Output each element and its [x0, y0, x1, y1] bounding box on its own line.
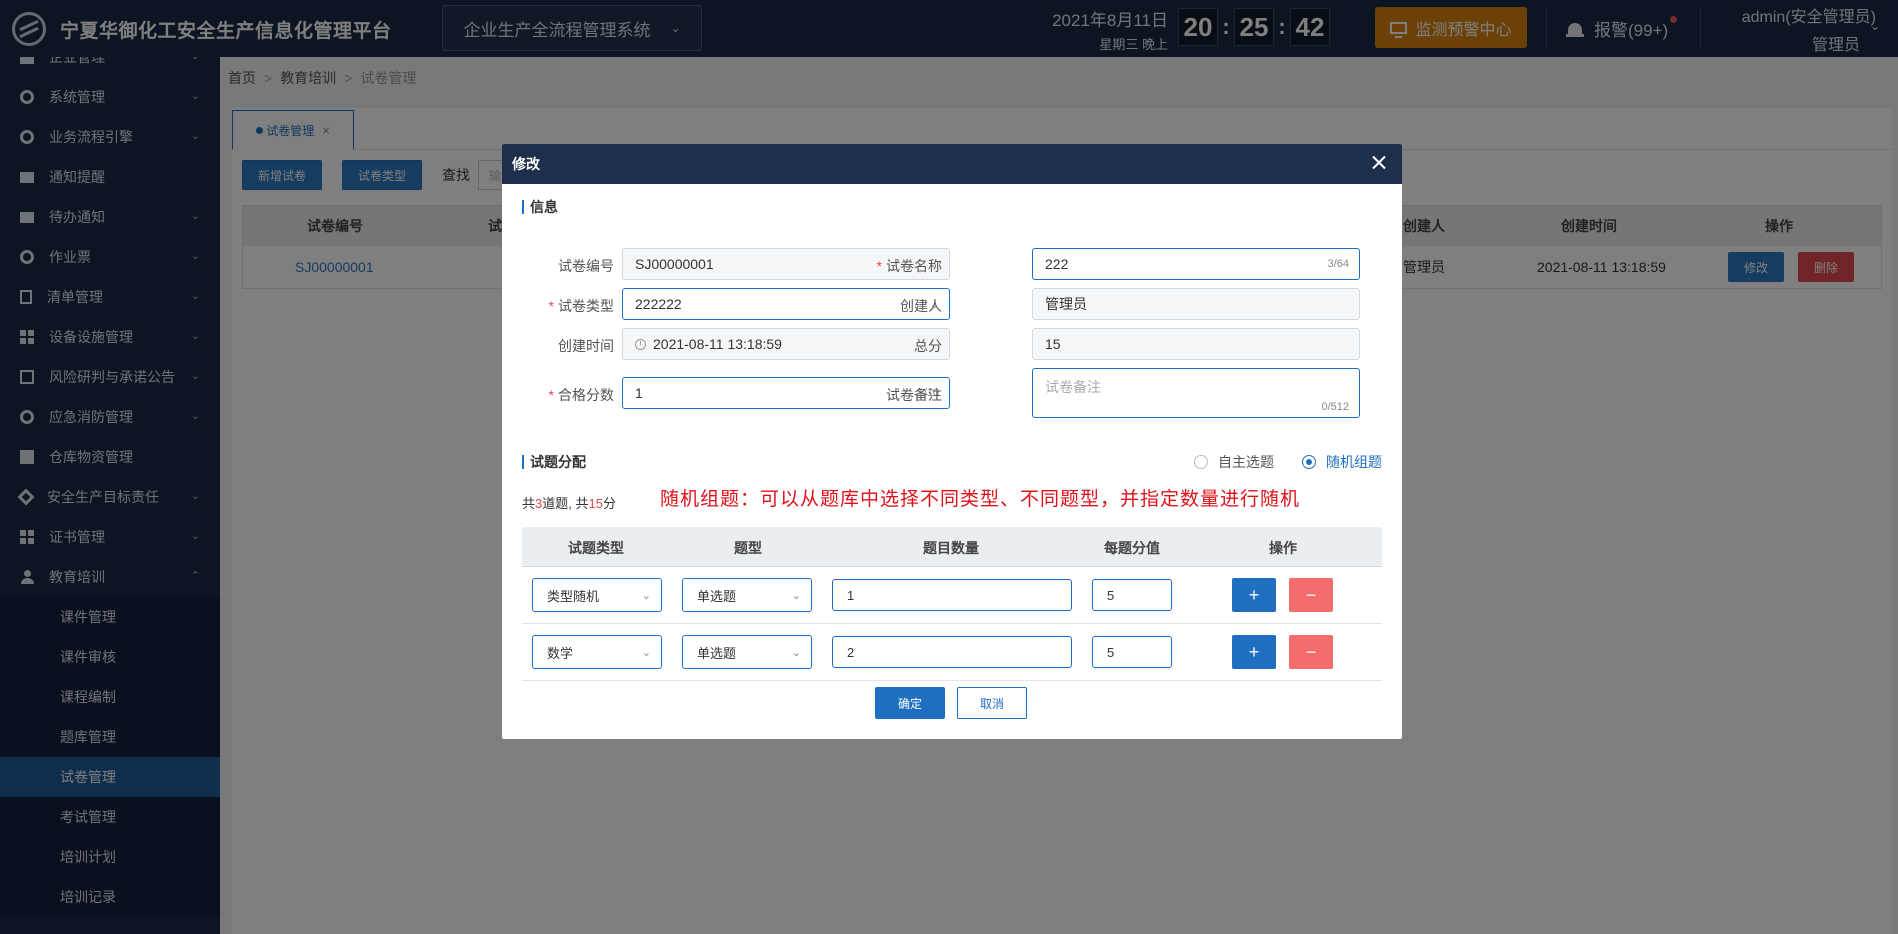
chevron-down-icon: ⌄: [791, 646, 801, 659]
total-field: 15: [1032, 328, 1360, 360]
remark-textarea[interactable]: 试卷备注 0/512: [1032, 368, 1360, 418]
remark-label: 试卷备注: [886, 387, 942, 403]
dialog-title: 修改: [512, 156, 540, 172]
chevron-down-icon: ⌄: [641, 646, 651, 659]
close-icon[interactable]: [1368, 152, 1390, 174]
question-table-header: 试题类型 题型 题目数量 每题分值 操作: [522, 527, 1382, 567]
remove-row-button[interactable]: −: [1289, 635, 1333, 669]
col-category: 试题类型: [568, 540, 624, 556]
col-score: 每题分值: [1104, 540, 1160, 556]
pass-label: * 合格分数: [548, 387, 614, 403]
dialog-header: 修改: [502, 144, 1402, 184]
info-section-title: 信息: [522, 200, 558, 214]
category-select[interactable]: 类型随机 ⌄: [532, 578, 662, 612]
type-label: * 试卷类型: [548, 298, 614, 314]
qtype-select[interactable]: 单选题 ⌄: [682, 635, 812, 669]
col-count: 题目数量: [923, 540, 979, 556]
edit-dialog: 修改 信息 试卷编号 SJ00000001 * 试卷名称 222 3/64 * 试卷…: [502, 144, 1402, 739]
score-input[interactable]: 5: [1092, 579, 1172, 611]
total-label: 总分: [914, 338, 942, 354]
count-input[interactable]: 2: [832, 636, 1072, 668]
creator-label: 创建人: [900, 298, 942, 314]
summary-text: 共3道题, 共15分: [522, 496, 616, 511]
distribution-section-title: 试题分配: [522, 455, 586, 469]
chevron-down-icon: ⌄: [791, 589, 801, 602]
table-row: 数学 ⌄ 单选题 ⌄ 2 5 + −: [522, 624, 1382, 681]
radio-random[interactable]: 随机组题: [1302, 452, 1382, 472]
confirm-button[interactable]: 确定: [875, 687, 945, 719]
clock-icon: [635, 338, 646, 350]
add-row-button[interactable]: +: [1232, 635, 1276, 669]
annotation-note: 随机组题：可以从题库中选择不同类型、不同题型，并指定数量进行随机: [660, 488, 1301, 510]
col-actions: 操作: [1269, 540, 1297, 556]
char-counter: 0/512: [1321, 401, 1349, 413]
mode-radio-group: 自主选题 随机组题: [1166, 452, 1382, 472]
cancel-button[interactable]: 取消: [957, 687, 1027, 719]
radio-checked-icon: [1302, 455, 1316, 469]
qtype-select[interactable]: 单选题 ⌄: [682, 578, 812, 612]
radio-icon: [1194, 455, 1208, 469]
code-label: 试卷编号: [558, 258, 614, 274]
col-qtype: 题型: [734, 540, 762, 556]
question-table: 试题类型 题型 题目数量 每题分值 操作 类型随机 ⌄ 单选题 ⌄ 1 5 + − …: [522, 527, 1382, 681]
creator-field: 管理员: [1032, 288, 1360, 320]
category-select[interactable]: 数学 ⌄: [532, 635, 662, 669]
count-input[interactable]: 1: [832, 579, 1072, 611]
created-label: 创建时间: [558, 338, 614, 354]
radio-manual[interactable]: 自主选题: [1194, 452, 1274, 472]
name-field[interactable]: 222 3/64: [1032, 248, 1360, 280]
score-input[interactable]: 5: [1092, 636, 1172, 668]
name-label: * 试卷名称: [876, 258, 942, 274]
chevron-down-icon: ⌄: [641, 589, 651, 602]
table-row: 类型随机 ⌄ 单选题 ⌄ 1 5 + −: [522, 567, 1382, 624]
add-row-button[interactable]: +: [1232, 578, 1276, 612]
char-counter: 3/64: [1327, 258, 1349, 270]
remove-row-button[interactable]: −: [1289, 578, 1333, 612]
